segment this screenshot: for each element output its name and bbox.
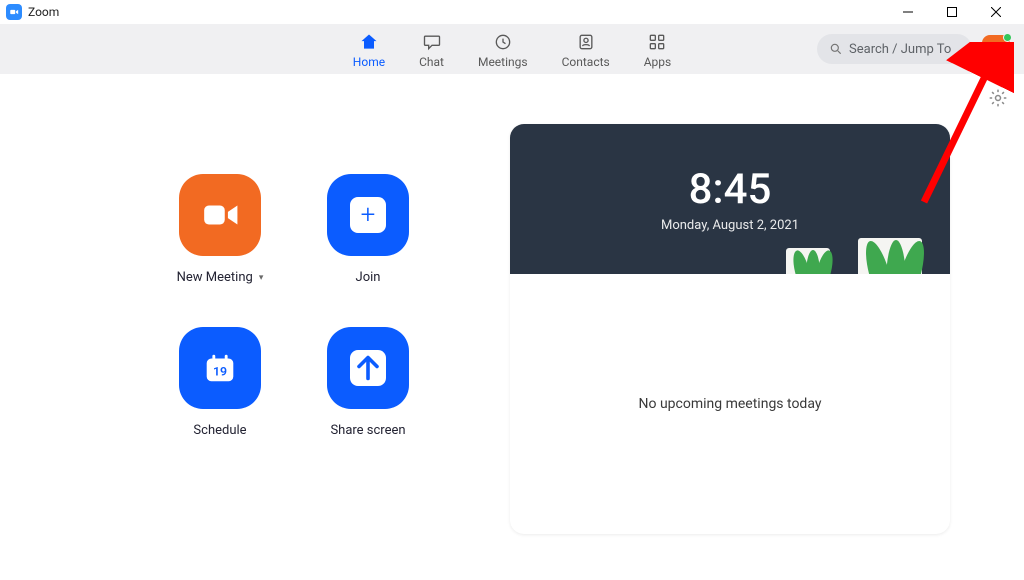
apps-icon bbox=[647, 32, 667, 52]
tab-contacts[interactable]: Contacts bbox=[562, 29, 610, 69]
gear-icon bbox=[988, 88, 1008, 108]
new-meeting-label: New Meeting bbox=[177, 270, 253, 285]
search-input[interactable]: Search / Jump To bbox=[817, 34, 972, 64]
tab-apps-label: Apps bbox=[644, 55, 672, 69]
share-screen-button[interactable] bbox=[327, 327, 409, 409]
profile-avatar[interactable]: S bbox=[982, 35, 1010, 63]
main-content: New Meeting ▾ + Join 19 bbox=[0, 74, 1024, 580]
new-meeting-button[interactable] bbox=[179, 174, 261, 256]
search-placeholder: Search / Jump To bbox=[849, 42, 951, 57]
tab-meetings[interactable]: Meetings bbox=[478, 29, 528, 69]
tab-apps[interactable]: Apps bbox=[644, 29, 672, 69]
close-button[interactable] bbox=[974, 0, 1018, 24]
nav-tabs: Home Chat Meetings Contacts Apps bbox=[353, 29, 671, 69]
chevron-down-icon: ▾ bbox=[259, 273, 264, 283]
join-button[interactable]: + bbox=[327, 174, 409, 256]
plant-decoration bbox=[858, 238, 922, 274]
schedule-button[interactable]: 19 bbox=[179, 327, 261, 409]
tab-home-label: Home bbox=[353, 55, 385, 69]
zoom-logo-icon bbox=[6, 4, 22, 20]
tab-contacts-label: Contacts bbox=[562, 55, 610, 69]
plus-icon: + bbox=[350, 197, 386, 233]
share-arrow-icon bbox=[350, 350, 386, 386]
clock-icon bbox=[493, 32, 513, 52]
contacts-icon bbox=[576, 32, 596, 52]
home-icon bbox=[359, 32, 379, 52]
clock-panel: 8:45 Monday, August 2, 2021 bbox=[510, 124, 950, 274]
minimize-button[interactable] bbox=[886, 0, 930, 24]
presence-indicator bbox=[1003, 33, 1012, 42]
calendar-icon: 19 bbox=[201, 349, 239, 387]
avatar-initial: S bbox=[992, 41, 1000, 57]
chat-icon bbox=[422, 32, 442, 52]
current-time: 8:45 bbox=[689, 165, 772, 214]
window-title: Zoom bbox=[28, 5, 59, 19]
tab-meetings-label: Meetings bbox=[478, 55, 528, 69]
tab-home[interactable]: Home bbox=[353, 29, 385, 69]
settings-button[interactable] bbox=[988, 88, 1008, 112]
tab-chat[interactable]: Chat bbox=[419, 29, 444, 69]
main-navbar: Home Chat Meetings Contacts Apps bbox=[0, 24, 1024, 74]
join-label: Join bbox=[356, 270, 381, 285]
tab-chat-label: Chat bbox=[419, 55, 444, 69]
maximize-button[interactable] bbox=[930, 0, 974, 24]
video-icon bbox=[201, 196, 239, 234]
schedule-label: Schedule bbox=[193, 423, 246, 438]
no-meetings-message: No upcoming meetings today bbox=[639, 396, 822, 412]
plant-decoration bbox=[786, 248, 830, 274]
svg-text:19: 19 bbox=[213, 366, 227, 380]
current-date: Monday, August 2, 2021 bbox=[661, 218, 799, 233]
window-titlebar: Zoom bbox=[0, 0, 1024, 24]
share-label: Share screen bbox=[330, 423, 405, 438]
upcoming-card: 8:45 Monday, August 2, 2021 No upcoming … bbox=[510, 124, 950, 534]
search-icon bbox=[829, 42, 843, 56]
new-meeting-label-row[interactable]: New Meeting ▾ bbox=[177, 270, 264, 285]
